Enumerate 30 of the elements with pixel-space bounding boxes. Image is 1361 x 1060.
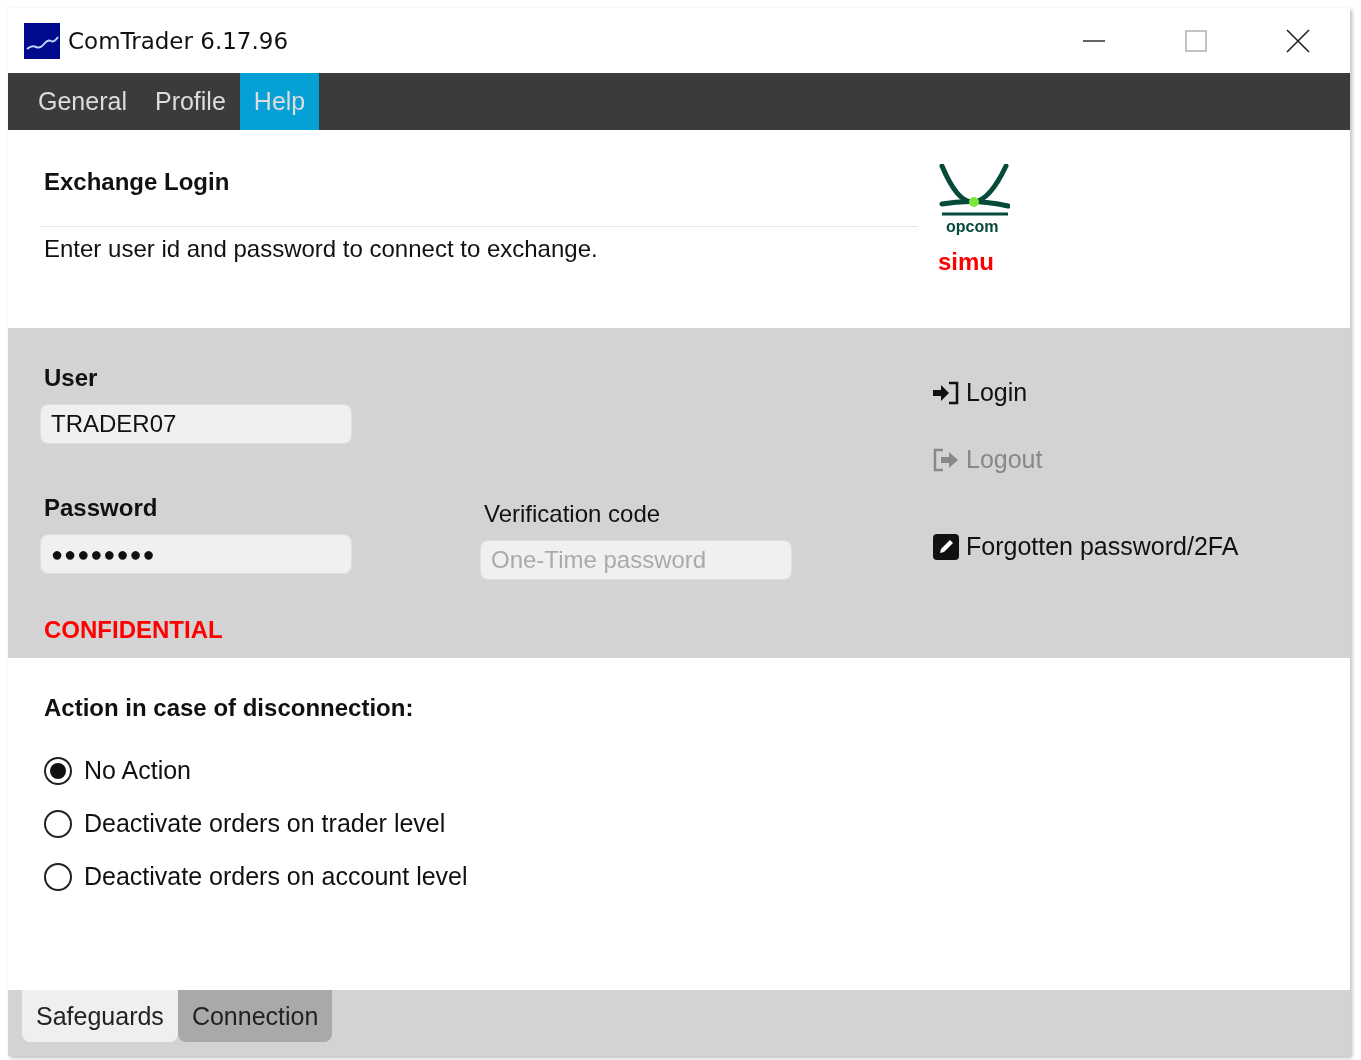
radio-button[interactable] bbox=[44, 809, 72, 838]
tab[interactable]: Connection bbox=[177, 990, 333, 1042]
radio-label: Deactivate orders on trader level bbox=[84, 809, 446, 838]
close-icon[interactable] bbox=[1286, 28, 1310, 53]
password-field[interactable]: ●●●●●●●● bbox=[40, 534, 352, 574]
verification-code-field[interactable]: One-Time password bbox=[480, 540, 792, 580]
field-label: User bbox=[44, 364, 98, 392]
pencil-icon bbox=[932, 532, 960, 561]
logo-text: opcom bbox=[946, 218, 999, 236]
field-label: Password bbox=[44, 494, 158, 522]
sign-in-icon bbox=[932, 380, 960, 405]
menu-item[interactable]: Profile bbox=[140, 73, 240, 130]
login-link[interactable]: Login bbox=[932, 374, 1028, 411]
radio-label: No Action bbox=[84, 756, 191, 785]
radio-button[interactable] bbox=[44, 756, 72, 785]
section-title: Action in case of disconnection: bbox=[44, 694, 415, 722]
radio-button[interactable] bbox=[44, 862, 72, 891]
sign-out-icon bbox=[932, 447, 960, 472]
forgot-link[interactable]: Forgotten password/2FA bbox=[932, 528, 1239, 565]
section-title: Exchange Login bbox=[40, 168, 918, 227]
x-logo-icon bbox=[938, 164, 1010, 218]
radio-label: Deactivate orders on account level bbox=[84, 862, 468, 891]
description-text: Enter user id and password to connect to exchange. bbox=[43, 234, 599, 264]
environment-label: simu bbox=[938, 248, 994, 276]
user-field[interactable]: TRADER07 bbox=[40, 404, 352, 444]
confidential-label: CONFIDENTIAL bbox=[44, 616, 223, 644]
window-title: ComTrader 6.17.96 bbox=[68, 27, 289, 54]
tab[interactable]: Safeguards bbox=[22, 990, 178, 1042]
menu-item[interactable]: General bbox=[24, 73, 141, 130]
field-label: Verification code bbox=[484, 500, 661, 528]
